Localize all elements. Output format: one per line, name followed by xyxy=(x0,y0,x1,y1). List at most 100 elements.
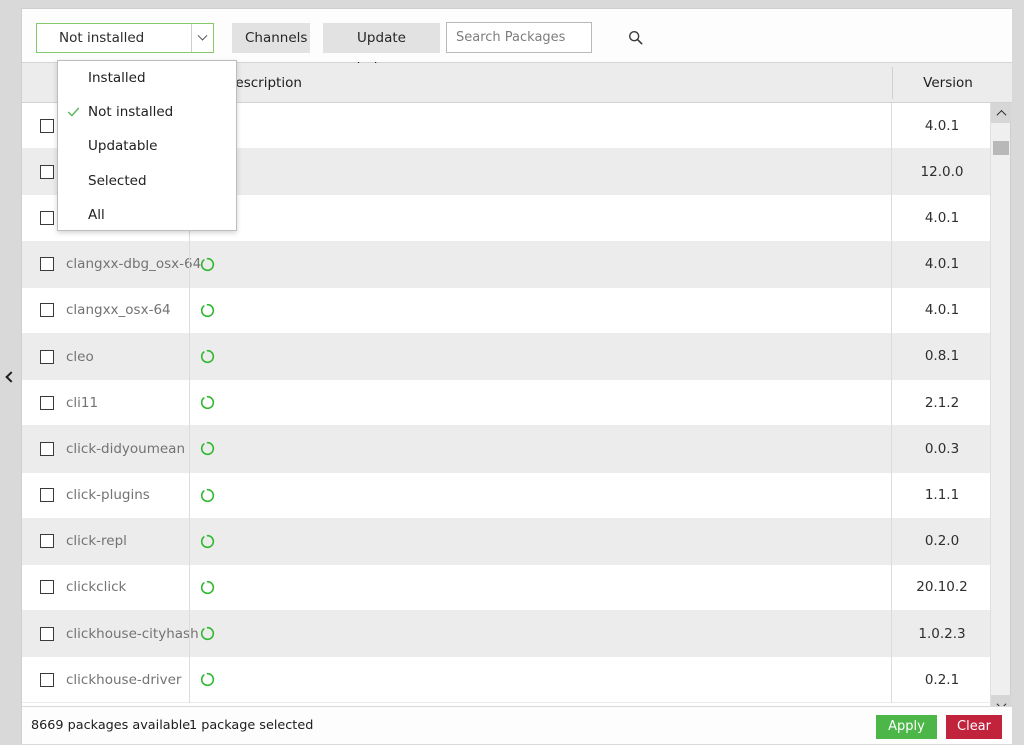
check-icon xyxy=(67,107,80,117)
package-name-label: clickhouse-cityhash xyxy=(66,625,199,642)
install-circle-icon[interactable] xyxy=(200,534,215,549)
package-version-cell: 1.0.2.3 xyxy=(891,610,992,657)
package-name-label: click-didyoumean xyxy=(66,440,186,457)
table-row[interactable]: cleo 0.8.1 xyxy=(22,333,992,381)
table-row[interactable]: clickhouse-cityhash 1.0.2.3 xyxy=(22,610,992,658)
checkbox-unchecked-icon[interactable] xyxy=(40,441,54,456)
channels-button[interactable]: Channels xyxy=(232,23,310,53)
filter-option-selected[interactable]: Selected xyxy=(58,164,236,198)
package-status-cell xyxy=(189,241,225,288)
search-icon[interactable] xyxy=(628,25,643,51)
package-version-cell: 0.2.1 xyxy=(891,656,992,703)
package-version-cell: 4.0.1 xyxy=(891,241,992,288)
package-version-cell: 12.0.0 xyxy=(891,148,992,195)
sidebar-collapse-toggle[interactable] xyxy=(0,360,21,394)
package-name-label: cleo xyxy=(66,348,94,365)
package-filter-select[interactable]: Not installed xyxy=(36,23,214,53)
scroll-thumb[interactable] xyxy=(993,141,1009,155)
package-name-cell: cli11 xyxy=(22,395,189,411)
package-filter-caret[interactable] xyxy=(191,24,213,52)
package-name-cell: cleo xyxy=(22,349,189,365)
filter-option-label: Installed xyxy=(88,70,146,87)
filter-option-not-installed[interactable]: Not installed xyxy=(58,95,236,129)
table-row[interactable]: click-didyoumean 0.0.3 xyxy=(22,425,992,473)
filter-option-label: Selected xyxy=(88,172,147,189)
package-status-cell xyxy=(189,472,225,519)
package-status-cell xyxy=(189,379,225,426)
package-name-label: clangxx-dbg_osx-64 xyxy=(66,256,202,273)
scroll-up-button[interactable] xyxy=(991,103,1011,123)
package-name-cell: clickhouse-driver xyxy=(22,672,189,688)
package-filter-value: Not installed xyxy=(59,30,145,46)
apply-button[interactable]: Apply xyxy=(876,715,937,739)
search-input[interactable] xyxy=(447,29,628,46)
chevron-up-icon xyxy=(996,109,1006,120)
search-packages-box[interactable] xyxy=(446,22,643,53)
install-circle-icon[interactable] xyxy=(200,303,215,318)
package-status-cell xyxy=(189,425,225,472)
package-status-cell xyxy=(189,287,225,334)
package-version-cell: 0.2.0 xyxy=(891,518,992,565)
checkbox-unchecked-icon[interactable] xyxy=(40,580,54,595)
table-row[interactable]: clickclick 20.10.2 xyxy=(22,564,992,612)
table-row[interactable]: click-plugins 1.1.1 xyxy=(22,472,992,519)
install-circle-icon[interactable] xyxy=(200,626,215,641)
package-version-cell: 2.1.2 xyxy=(891,379,992,426)
checkbox-unchecked-icon[interactable] xyxy=(40,164,54,179)
package-manager-window: Not installed Channels Update index... xyxy=(0,0,1024,744)
package-name-label: clickclick xyxy=(66,579,127,596)
table-row[interactable]: clangxx-dbg_osx-64 4.0.1 xyxy=(22,241,992,288)
install-circle-icon[interactable] xyxy=(200,349,215,364)
package-name-cell: clickclick xyxy=(22,579,189,595)
package-filter-dropdown[interactable]: Installed Not installed Updatable Selected A… xyxy=(57,60,237,231)
install-circle-icon[interactable] xyxy=(200,257,215,272)
package-status-cell xyxy=(189,518,225,565)
table-row[interactable]: cli11 2.1.2 xyxy=(22,379,992,427)
checkbox-unchecked-icon[interactable] xyxy=(40,488,54,503)
vertical-scrollbar[interactable] xyxy=(990,103,1011,715)
table-row[interactable]: click-repl 0.2.0 xyxy=(22,518,992,565)
checkbox-unchecked-icon[interactable] xyxy=(40,672,54,687)
install-circle-icon[interactable] xyxy=(200,441,215,456)
package-version-cell: 0.0.3 xyxy=(891,425,992,472)
table-row[interactable]: clickhouse-driver 0.2.1 xyxy=(22,656,992,704)
filter-option-label: All xyxy=(88,206,105,223)
filter-option-label: Updatable xyxy=(88,138,158,155)
package-name-label: clickhouse-driver xyxy=(66,671,182,688)
checkbox-unchecked-icon[interactable] xyxy=(40,349,54,364)
package-version-cell: 1.1.1 xyxy=(891,472,992,519)
header-divider-version xyxy=(892,67,893,99)
checkbox-unchecked-icon[interactable] xyxy=(40,534,54,549)
package-version-cell: 20.10.2 xyxy=(891,564,992,611)
clear-button[interactable]: Clear xyxy=(946,715,1002,739)
checkbox-unchecked-icon[interactable] xyxy=(40,118,54,133)
package-name-cell: clangxx-dbg_osx-64 xyxy=(22,256,201,272)
checkbox-unchecked-icon[interactable] xyxy=(40,210,54,225)
column-header-version[interactable]: Version xyxy=(903,63,993,103)
package-version-cell: 4.0.1 xyxy=(891,103,992,149)
filter-option-all[interactable]: All xyxy=(58,198,236,232)
chevron-down-icon xyxy=(197,30,208,41)
checkbox-unchecked-icon[interactable] xyxy=(40,303,54,318)
table-row[interactable]: clangxx_osx-64 4.0.1 xyxy=(22,287,992,334)
install-circle-icon[interactable] xyxy=(200,672,215,687)
packages-available-label: 8669 packages available xyxy=(31,718,191,733)
package-name-cell: clangxx_osx-64 xyxy=(22,302,189,318)
package-status-cell xyxy=(189,610,225,657)
package-status-cell xyxy=(189,656,225,703)
filter-option-installed[interactable]: Installed xyxy=(58,61,236,95)
filter-option-updatable[interactable]: Updatable xyxy=(58,129,236,163)
install-circle-icon[interactable] xyxy=(200,395,215,410)
package-name-label: clangxx_osx-64 xyxy=(66,302,171,319)
checkbox-unchecked-icon[interactable] xyxy=(40,626,54,641)
package-status-cell xyxy=(189,333,225,380)
chevron-left-icon xyxy=(4,371,17,383)
update-index-button[interactable]: Update index... xyxy=(323,23,440,76)
checkbox-unchecked-icon[interactable] xyxy=(40,395,54,410)
install-circle-icon[interactable] xyxy=(200,488,215,503)
package-name-cell: click-plugins xyxy=(22,487,189,503)
checkbox-unchecked-icon[interactable] xyxy=(40,257,54,272)
main-panel: Not installed Channels Update index... xyxy=(21,8,1012,744)
filter-option-label: Not installed xyxy=(88,104,174,121)
install-circle-icon[interactable] xyxy=(200,580,215,595)
